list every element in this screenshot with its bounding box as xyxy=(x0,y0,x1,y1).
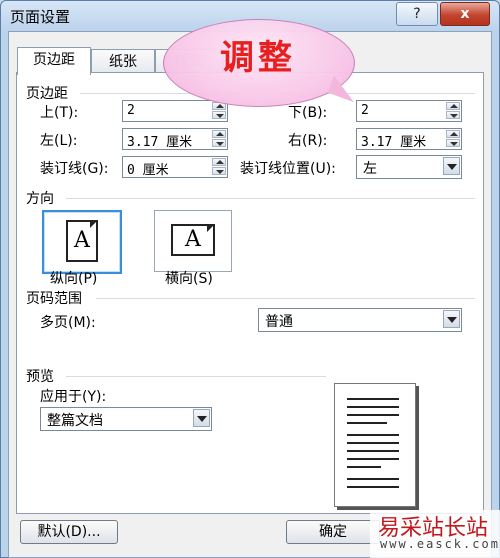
pages-divider xyxy=(96,298,475,299)
ok-button[interactable]: 确定 xyxy=(286,520,380,544)
portrait-page-icon: A xyxy=(66,220,98,262)
chevron-down-icon[interactable] xyxy=(443,310,460,328)
gutter-label: 装订线(G): xyxy=(40,161,109,177)
portrait-option[interactable]: A xyxy=(42,210,122,274)
apply-to-dropdown[interactable]: 整篇文档 xyxy=(40,407,212,431)
gutter-position-value: 左 xyxy=(363,161,377,177)
spin-down-icon[interactable] xyxy=(446,111,460,119)
orientation-section-title: 方向 xyxy=(26,188,58,208)
apply-to-label: 应用于(Y): xyxy=(40,389,107,405)
window-title: 页面设置 xyxy=(10,8,71,26)
bottom-margin-value: 2 xyxy=(361,103,369,118)
apply-to-value: 整篇文档 xyxy=(47,413,103,429)
landscape-page-icon: A xyxy=(171,224,215,256)
page-preview xyxy=(334,383,416,507)
gutter-position-label: 装订线位置(U): xyxy=(240,161,336,177)
left-margin-label: 左(L): xyxy=(40,133,78,149)
landscape-option[interactable]: A xyxy=(154,210,232,272)
close-button[interactable]: x xyxy=(440,2,490,26)
top-margin-value: 2 xyxy=(127,103,135,118)
portrait-label[interactable]: 纵向(P) xyxy=(50,268,97,288)
orientation-divider xyxy=(66,198,475,199)
spin-down-icon[interactable] xyxy=(212,139,226,147)
watermark-url: www.easck.com xyxy=(380,537,500,551)
right-margin-label: 右(R): xyxy=(288,133,328,149)
right-margin-spinner[interactable]: 3.17 厘米 xyxy=(356,128,462,150)
spin-up-icon[interactable] xyxy=(446,102,460,110)
gutter-position-dropdown[interactable]: 左 xyxy=(356,155,462,179)
top-margin-spinner[interactable]: 2 xyxy=(122,100,228,122)
spin-down-icon[interactable] xyxy=(212,111,226,119)
multiple-pages-dropdown[interactable]: 普通 xyxy=(258,308,462,332)
spin-down-icon[interactable] xyxy=(446,139,460,147)
default-button[interactable]: 默认(D)... xyxy=(20,520,118,544)
spin-up-icon[interactable] xyxy=(212,158,226,166)
right-margin-value: 3.17 厘米 xyxy=(361,135,427,150)
top-margin-label: 上(T): xyxy=(40,105,79,121)
spin-up-icon[interactable] xyxy=(212,130,226,138)
landscape-label[interactable]: 横向(S) xyxy=(165,268,213,288)
chevron-down-icon[interactable] xyxy=(193,409,210,427)
tab-margins[interactable]: 页边距 xyxy=(17,47,91,75)
multiple-pages-value: 普通 xyxy=(265,314,293,330)
gutter-spinner[interactable]: 0 厘米 xyxy=(122,156,228,178)
pages-section-title: 页码范围 xyxy=(26,288,86,308)
preview-divider xyxy=(66,376,326,377)
bottom-margin-label: 下(B): xyxy=(288,105,328,121)
gutter-value: 0 厘米 xyxy=(127,163,169,178)
margins-section-title: 页边距 xyxy=(26,83,72,103)
bottom-margin-spinner[interactable]: 2 xyxy=(356,100,462,122)
tab-paper[interactable]: 纸张 xyxy=(91,49,155,74)
spin-up-icon[interactable] xyxy=(446,130,460,138)
preview-section-title: 预览 xyxy=(26,366,58,386)
multiple-pages-label: 多页(M): xyxy=(40,315,96,331)
left-margin-value: 3.17 厘米 xyxy=(127,135,193,150)
help-button[interactable]: ? xyxy=(396,2,438,26)
spin-down-icon[interactable] xyxy=(212,167,226,175)
callout-text: 调整 xyxy=(220,38,296,78)
chevron-down-icon[interactable] xyxy=(443,157,460,175)
left-margin-spinner[interactable]: 3.17 厘米 xyxy=(122,128,228,150)
